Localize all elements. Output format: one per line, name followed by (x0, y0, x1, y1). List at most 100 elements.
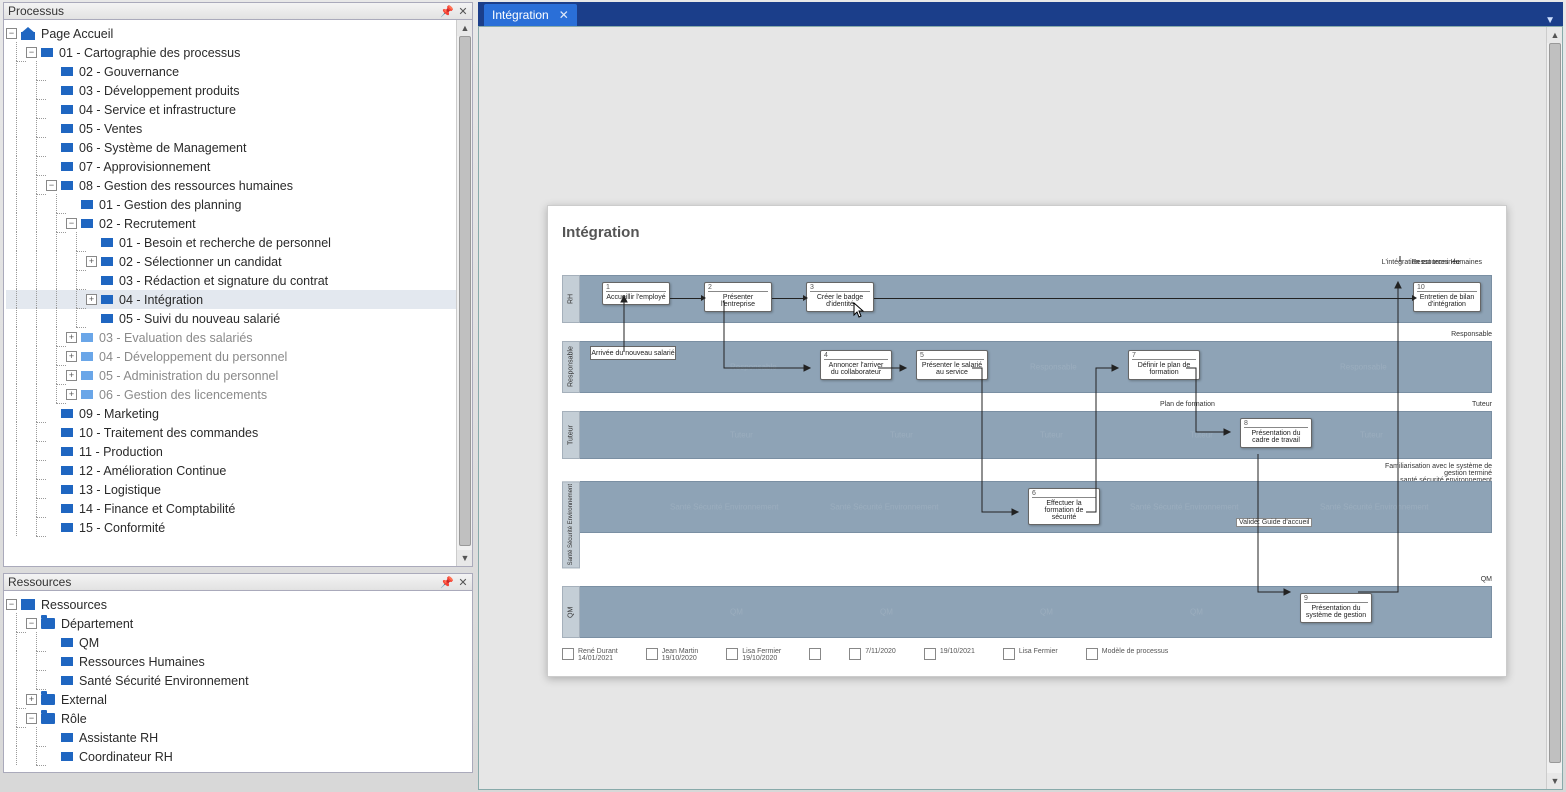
tree-leaf-icon (46, 142, 57, 153)
tree-node[interactable]: 01 - Besoin et recherche de personnel (6, 233, 470, 252)
tree-node[interactable]: +04 - Développement du personnel (6, 347, 470, 366)
task-7[interactable]: 7 Définir le plan de formation (1128, 350, 1200, 380)
tree-node[interactable]: 03 - Rédaction et signature du contrat (6, 271, 470, 290)
canvas-scrollbar[interactable]: ▲ ▼ (1546, 27, 1562, 789)
tree-node[interactable]: +02 - Sélectionner un candidat (6, 252, 470, 271)
expand-icon[interactable]: + (86, 256, 97, 267)
expand-icon[interactable]: + (86, 294, 97, 305)
collapse-icon[interactable]: − (26, 47, 37, 58)
scrollbar[interactable]: ▲ ▼ (456, 20, 472, 566)
task-5[interactable]: 5 Présenter le salarié au service (916, 350, 988, 380)
tree-node[interactable]: QM (6, 633, 470, 652)
task-10[interactable]: 10 Entretien de bilan d'intégration (1413, 282, 1481, 312)
folder-icon (41, 694, 55, 705)
tree-node[interactable]: +04 - Intégration (6, 290, 470, 309)
tree-node[interactable]: +05 - Administration du personnel (6, 366, 470, 385)
tree-node[interactable]: 05 - Suivi du nouveau salarié (6, 309, 470, 328)
tree-node[interactable]: Assistante RH (6, 728, 470, 747)
tab-dropdown-icon[interactable]: ▼ (1537, 15, 1563, 26)
process-icon (101, 257, 113, 266)
collapse-icon[interactable]: − (66, 218, 77, 229)
tree-node[interactable]: 04 - Service et infrastructure (6, 100, 470, 119)
tree-node[interactable]: − Page Accueil (6, 24, 470, 43)
expand-icon[interactable]: + (66, 332, 77, 343)
tree-leaf-icon (46, 675, 57, 686)
task-2[interactable]: 2 Présenter l'entreprise (704, 282, 772, 312)
tree-node[interactable]: Coordinateur RH (6, 747, 470, 766)
collapse-icon[interactable]: − (26, 618, 37, 629)
tree-label: 12 - Amélioration Continue (79, 464, 226, 478)
tree-node[interactable]: 10 - Traitement des commandes (6, 423, 470, 442)
tree-label: 10 - Traitement des commandes (79, 426, 258, 440)
expand-icon[interactable]: + (66, 370, 77, 381)
tree-node[interactable]: 15 - Conformité (6, 518, 470, 537)
tab-close-icon[interactable]: ✕ (559, 8, 569, 22)
scroll-thumb[interactable] (1549, 43, 1561, 763)
tree-node[interactable]: 11 - Production (6, 442, 470, 461)
collapse-icon[interactable]: − (46, 180, 57, 191)
scroll-thumb[interactable] (459, 36, 471, 546)
tree-node[interactable]: 03 - Développement produits (6, 81, 470, 100)
tab-integration[interactable]: Intégration ✕ (484, 4, 577, 26)
ressources-panel-header: Ressources 📌 ✕ (3, 573, 473, 591)
tree-node[interactable]: Santé Sécurité Environnement (6, 671, 470, 690)
tree-node[interactable]: 14 - Finance et Comptabilité (6, 499, 470, 518)
scroll-down-icon[interactable]: ▼ (457, 550, 473, 566)
close-icon[interactable]: ✕ (456, 575, 470, 589)
diagram-canvas[interactable]: Intégration L'intégration est terminée R… (478, 26, 1563, 790)
process-icon (81, 200, 93, 209)
tree-node[interactable]: 13 - Logistique (6, 480, 470, 499)
task-1[interactable]: 1 Accueillir l'employé (602, 282, 670, 305)
tab-bar: Intégration ✕ ▼ (478, 2, 1563, 26)
task-8[interactable]: 8 Présentation du cadre de travail (1240, 418, 1312, 448)
scroll-down-icon[interactable]: ▼ (1547, 773, 1563, 789)
scroll-up-icon[interactable]: ▲ (457, 20, 473, 36)
tree-node[interactable]: 07 - Approvisionnement (6, 157, 470, 176)
task-3[interactable]: 3 Créer le badge d'identité (806, 282, 874, 312)
lane-label-responsable: Responsable (562, 341, 580, 393)
tree-node[interactable]: 09 - Marketing (6, 404, 470, 423)
task-6[interactable]: 6 Effectuer la formation de sécurité (1028, 488, 1100, 525)
expand-icon[interactable]: + (66, 351, 77, 362)
tree-node[interactable]: 12 - Amélioration Continue (6, 461, 470, 480)
tree-leaf-icon (46, 484, 57, 495)
expand-icon[interactable]: + (66, 389, 77, 400)
collapse-icon[interactable]: − (6, 599, 17, 610)
task-9[interactable]: 9 Présentation du système de gestion (1300, 593, 1372, 623)
shield-icon (809, 648, 821, 660)
folder-icon (41, 618, 55, 629)
task-4[interactable]: 4 Annoncer l'arriver du collaborateur (820, 350, 892, 380)
collapse-icon[interactable]: − (6, 28, 17, 39)
tree-node[interactable]: − Ressources (6, 595, 470, 614)
process-icon (61, 67, 73, 76)
note-valide: Validé: Guide d'accueil (1236, 518, 1312, 527)
tree-leaf-icon (46, 66, 57, 77)
tree-node[interactable]: −02 - Recrutement (6, 214, 470, 233)
tree-label: Assistante RH (79, 731, 158, 745)
tree-node[interactable]: +03 - Evaluation des salariés (6, 328, 470, 347)
tree-node[interactable]: Ressources Humaines (6, 652, 470, 671)
tree-node[interactable]: −Rôle (6, 709, 470, 728)
scroll-up-icon[interactable]: ▲ (1547, 27, 1563, 43)
tree-label: 03 - Développement produits (79, 84, 240, 98)
tree-node[interactable]: 05 - Ventes (6, 119, 470, 138)
close-icon[interactable]: ✕ (456, 4, 470, 18)
resource-icon (61, 676, 73, 685)
tree-node[interactable]: +06 - Gestion des licencements (6, 385, 470, 404)
tree-label: 03 - Evaluation des salariés (99, 331, 253, 345)
tree-node[interactable]: +External (6, 690, 470, 709)
tree-node[interactable]: 06 - Système de Management (6, 138, 470, 157)
tree-node[interactable]: 02 - Gouvernance (6, 62, 470, 81)
tree-label: Ressources (41, 598, 107, 612)
expand-icon[interactable]: + (26, 694, 37, 705)
tree-node[interactable]: −01 - Cartographie des processus (6, 43, 470, 62)
pin-icon[interactable]: 📌 (440, 4, 454, 18)
person-icon (726, 648, 738, 660)
pin-icon[interactable]: 📌 (440, 575, 454, 589)
tree-node[interactable]: 01 - Gestion des planning (6, 195, 470, 214)
tree-label: Page Accueil (41, 27, 113, 41)
tree-node[interactable]: −Département (6, 614, 470, 633)
start-event[interactable]: Arrivée du nouveau salarié (590, 346, 676, 360)
collapse-icon[interactable]: − (26, 713, 37, 724)
tree-node[interactable]: −08 - Gestion des ressources humaines (6, 176, 470, 195)
